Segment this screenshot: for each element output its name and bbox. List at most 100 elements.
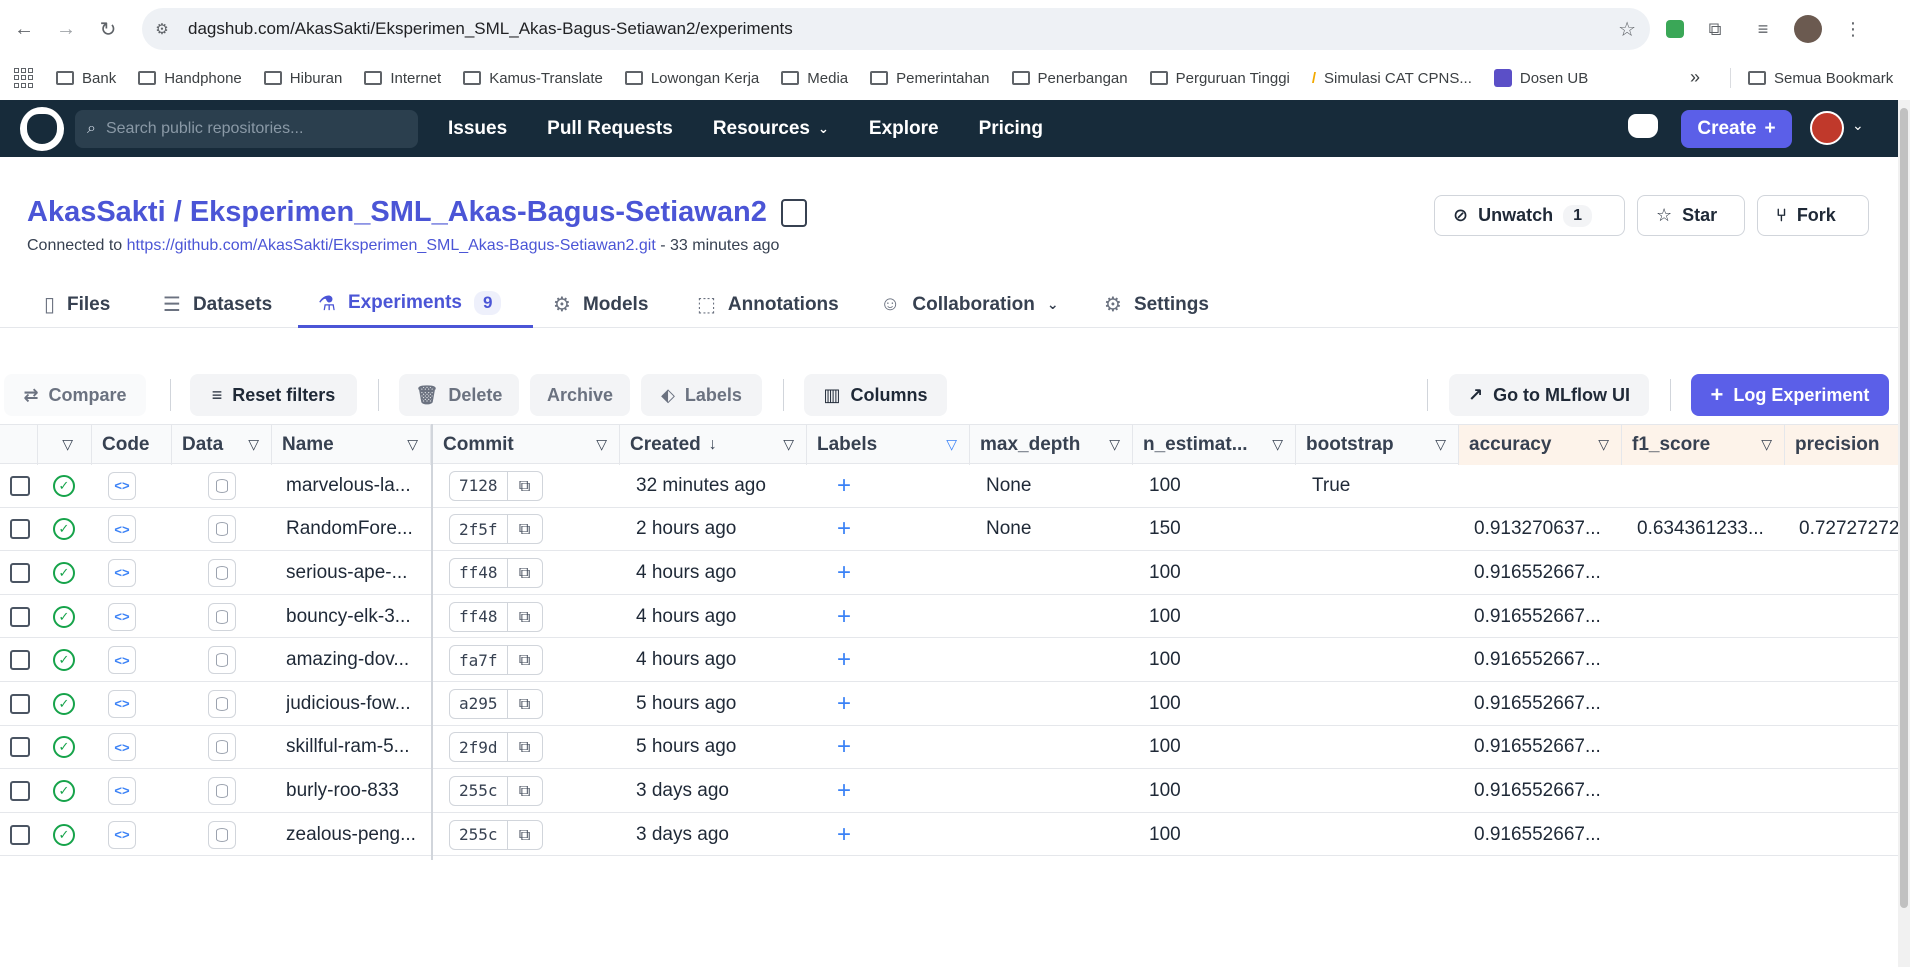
repo-owner-link[interactable]: AkasSakti xyxy=(27,196,166,229)
filter-icon[interactable]: ▽ xyxy=(783,436,794,453)
database-icon[interactable] xyxy=(208,602,236,631)
header-created[interactable]: Created ↓ ▽ xyxy=(620,425,807,465)
delete-button[interactable]: 🗑 Delete xyxy=(399,374,519,416)
filter-icon[interactable]: ▽ xyxy=(1598,436,1609,453)
database-icon[interactable] xyxy=(208,733,236,762)
code-icon[interactable]: <> xyxy=(108,820,136,849)
bookmark-link[interactable]: / Simulasi CAT CPNS... xyxy=(1312,70,1472,87)
tab-files[interactable]: ▯ Files xyxy=(44,281,110,328)
commit-chip[interactable]: 255c ⧉ xyxy=(449,819,543,850)
experiment-name[interactable]: zealous-peng... xyxy=(286,813,426,857)
row-checkbox[interactable] xyxy=(10,693,30,714)
back-icon[interactable]: ← xyxy=(6,11,42,47)
archive-button[interactable]: Archive xyxy=(530,374,630,416)
add-label-icon[interactable]: + xyxy=(837,690,851,718)
commit-chip[interactable]: ff48 ⧉ xyxy=(449,557,543,588)
code-icon[interactable]: <> xyxy=(108,602,136,631)
create-button[interactable]: Create + xyxy=(1681,110,1792,148)
row-checkbox[interactable] xyxy=(10,475,30,496)
code-icon[interactable]: <> xyxy=(108,558,136,587)
log-experiment-button[interactable]: + Log Experiment xyxy=(1691,374,1889,416)
commit-hash[interactable]: ff48 xyxy=(450,602,508,631)
browser-menu-icon[interactable]: ⋮ xyxy=(1836,12,1870,46)
row-checkbox[interactable] xyxy=(10,737,30,758)
filter-icon[interactable]: ▽ xyxy=(1435,436,1446,453)
code-icon[interactable]: <> xyxy=(108,515,136,544)
bookmark-folder[interactable]: Bank xyxy=(56,70,116,87)
commit-chip[interactable]: fa7f ⧉ xyxy=(449,645,543,676)
commit-hash[interactable]: 2f5f xyxy=(450,515,508,544)
add-label-icon[interactable]: + xyxy=(837,603,851,631)
row-checkbox[interactable] xyxy=(10,606,30,627)
header-code[interactable]: Code xyxy=(92,425,172,465)
add-label-icon[interactable]: + xyxy=(837,777,851,805)
commit-hash[interactable]: a295 xyxy=(450,689,508,718)
media-controls-icon[interactable]: ≡ xyxy=(1746,12,1780,46)
code-icon[interactable]: <> xyxy=(108,733,136,762)
copy-icon[interactable]: ⧉ xyxy=(508,737,542,757)
commit-hash[interactable]: fa7f xyxy=(450,646,508,675)
unwatch-button[interactable]: ⊘ Unwatch 1 xyxy=(1434,195,1625,236)
table-row[interactable]: ✓ <> amazing-dov... fa7f ⧉ 4 hours ago +100 0.9… xyxy=(0,638,1898,682)
experiment-name[interactable]: RandomFore... xyxy=(286,508,426,552)
header-name[interactable]: Name ▽ xyxy=(272,425,431,465)
repo-name-link[interactable]: Eksperimen_SML_Akas-Bagus-Setiawan2 xyxy=(190,196,767,229)
table-row[interactable]: ✓ <> skillful-ram-5... 2f9d ⧉ 5 hours ago +100… xyxy=(0,726,1898,770)
table-row[interactable]: ✓ <> marvelous-la... 7128 ⧉ 32 minutes ago + No… xyxy=(0,464,1898,508)
experiment-name[interactable]: burly-roo-833 xyxy=(286,769,426,813)
table-row[interactable]: ✓ <> judicious-fow... a295 ⧉ 5 hours ago +100 0… xyxy=(0,682,1898,726)
copy-icon[interactable] xyxy=(780,198,807,227)
database-icon[interactable] xyxy=(208,558,236,587)
search-input[interactable] xyxy=(105,120,386,138)
discord-icon[interactable] xyxy=(1628,114,1658,138)
filter-icon[interactable]: ▽ xyxy=(1109,436,1120,453)
database-icon[interactable] xyxy=(208,820,236,849)
site-settings-icon[interactable]: ⚙ xyxy=(142,20,182,38)
header-bootstrap[interactable]: bootstrap ▽ xyxy=(1296,425,1459,465)
header-n-estimators[interactable]: n_estimat... ▽ xyxy=(1133,425,1296,465)
filter-icon[interactable]: ▽ xyxy=(1761,436,1772,453)
copy-icon[interactable]: ⧉ xyxy=(508,825,542,845)
chevron-down-icon[interactable]: ⌄ xyxy=(1852,117,1864,134)
tab-models[interactable]: ⚙ Models xyxy=(553,281,648,328)
bookmark-folder[interactable]: Lowongan Kerja xyxy=(624,70,759,87)
nav-resources[interactable]: Resources ⌄ xyxy=(713,118,829,140)
bookmark-folder[interactable]: Penerbangan xyxy=(1011,70,1128,87)
add-label-icon[interactable]: + xyxy=(837,733,851,761)
nav-explore[interactable]: Explore xyxy=(869,118,939,140)
copy-icon[interactable]: ⧉ xyxy=(508,476,542,496)
experiment-name[interactable]: judicious-fow... xyxy=(286,682,426,726)
row-checkbox[interactable] xyxy=(10,650,30,671)
code-icon[interactable]: <> xyxy=(108,471,136,500)
tab-annotations[interactable]: ⬚ Annotations xyxy=(697,281,839,328)
commit-chip[interactable]: 255c ⧉ xyxy=(449,775,543,806)
user-avatar[interactable] xyxy=(1810,111,1844,145)
commit-chip[interactable]: 2f9d ⧉ xyxy=(449,732,543,763)
filter-icon[interactable]: ▽ xyxy=(1272,436,1283,453)
experiment-name[interactable]: skillful-ram-5... xyxy=(286,726,426,770)
forward-icon[interactable]: → xyxy=(48,11,84,47)
table-row[interactable]: ✓ <> burly-roo-833 255c ⧉ 3 days ago +100 0.916… xyxy=(0,769,1898,813)
scrollbar-thumb[interactable] xyxy=(1900,108,1908,908)
tab-experiments[interactable]: ⚗ Experiments 9 xyxy=(298,281,533,328)
add-label-icon[interactable]: + xyxy=(837,559,851,587)
commit-hash[interactable]: ff48 xyxy=(450,558,508,587)
table-row[interactable]: ✓ <> bouncy-elk-3... ff48 ⧉ 4 hours ago +100 0.… xyxy=(0,595,1898,639)
code-icon[interactable]: <> xyxy=(108,689,136,718)
reload-icon[interactable]: ↻ xyxy=(90,11,126,47)
add-label-icon[interactable]: + xyxy=(837,472,851,500)
bookmark-folder[interactable]: Handphone xyxy=(138,70,242,87)
row-checkbox[interactable] xyxy=(10,824,30,845)
bookmark-folder[interactable]: Hiburan xyxy=(263,70,342,87)
copy-icon[interactable]: ⧉ xyxy=(508,563,542,583)
more-bookmarks-icon[interactable]: » xyxy=(1690,67,1700,88)
tab-collaboration[interactable]: ☺ Collaboration ⌄ xyxy=(880,281,1059,328)
reset-filters-button[interactable]: ≡ Reset filters xyxy=(190,374,357,416)
commit-hash[interactable]: 255c xyxy=(450,776,508,805)
mlflow-ui-button[interactable]: ↗ Go to MLflow UI xyxy=(1449,374,1649,416)
header-precision[interactable]: precision xyxy=(1785,425,1898,465)
header-commit[interactable]: Commit ▽ xyxy=(433,425,620,465)
experiment-name[interactable]: serious-ape-... xyxy=(286,551,426,595)
header-f1-score[interactable]: f1_score ▽ xyxy=(1622,425,1785,465)
tab-settings[interactable]: ⚙ Settings xyxy=(1104,281,1209,328)
